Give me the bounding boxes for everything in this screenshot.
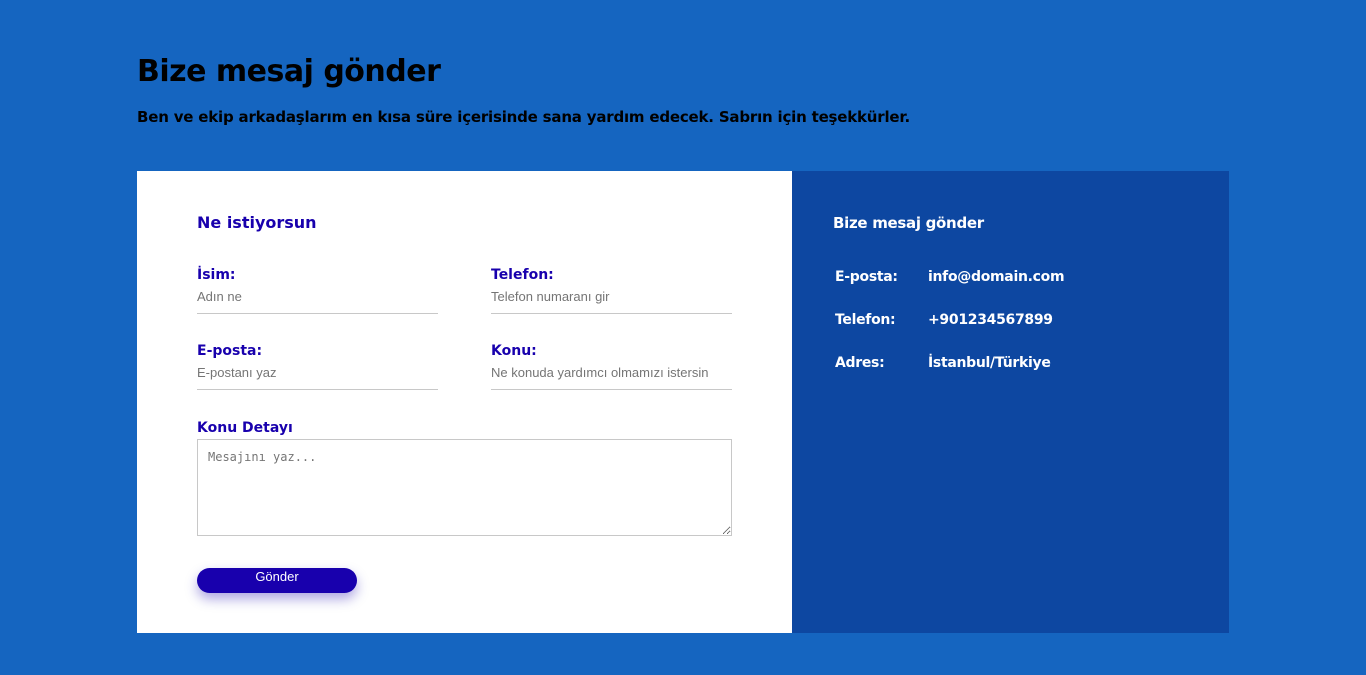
page-subtitle: Ben ve ekip arkadaşlarım en kısa süre iç… — [137, 108, 910, 126]
message-textarea[interactable] — [197, 439, 732, 536]
info-value: +901234567899 — [928, 312, 1053, 328]
email-label: E-posta: — [197, 343, 263, 359]
contact-form-panel: Ne istiyorsun İsim: Telefon: E-posta: Ko… — [137, 171, 792, 633]
phone-label: Telefon: — [491, 267, 554, 283]
name-label: İsim: — [197, 267, 236, 283]
info-key: Adres: — [835, 355, 885, 371]
page-title: Bize mesaj gönder — [137, 54, 441, 89]
info-title: Bize mesaj gönder — [833, 214, 984, 232]
subject-field-group: Konu: — [491, 343, 732, 390]
subject-input[interactable] — [491, 363, 732, 390]
email-input[interactable] — [197, 363, 438, 390]
name-input[interactable] — [197, 287, 438, 314]
send-button[interactable]: Gönder — [197, 568, 357, 593]
info-key: E-posta: — [835, 269, 898, 285]
phone-field-group: Telefon: — [491, 267, 732, 314]
detail-label: Konu Detayı — [197, 420, 293, 436]
info-value: İstanbul/Türkiye — [928, 355, 1051, 371]
info-value: info@domain.com — [928, 269, 1065, 285]
info-key: Telefon: — [835, 312, 896, 328]
form-title: Ne istiyorsun — [197, 213, 317, 232]
contact-info-panel: Bize mesaj gönder E-posta: info@domain.c… — [792, 171, 1229, 633]
email-field-group: E-posta: — [197, 343, 438, 390]
phone-input[interactable] — [491, 287, 732, 314]
subject-label: Konu: — [491, 343, 537, 359]
name-field-group: İsim: — [197, 267, 438, 314]
